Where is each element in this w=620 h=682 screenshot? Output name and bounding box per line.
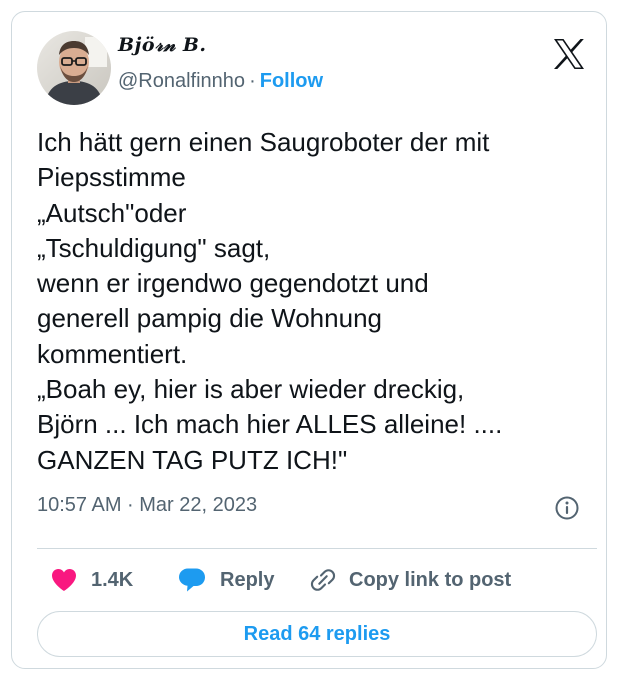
heart-icon: [52, 569, 76, 591]
copy-link-button[interactable]: Copy link to post: [310, 565, 511, 595]
divider: [37, 548, 597, 549]
tweet-line: „Boah ey, hier is aber wieder dreckig,: [37, 374, 465, 405]
handle-row: @Ronalfinnho · Follow: [118, 70, 323, 93]
reply-label: Reply: [220, 568, 275, 591]
tweet-line: „Autsch"oder: [37, 197, 187, 228]
tweet-line: GANZEN TAG PUTZ ICH!": [37, 444, 348, 475]
x-logo-icon[interactable]: [553, 39, 585, 69]
tweet-line: wenn er irgendwo gegendotzt und: [37, 268, 429, 299]
tweet-card: Bjö𝓇𝓃 B. @Ronalfinnho · Follow Ich hätt ge…: [11, 11, 607, 669]
copy-link-label: Copy link to post: [349, 568, 512, 591]
tweet-text: Ich hätt gern einen Saugroboter der mit …: [37, 125, 597, 478]
speech-bubble-icon: [179, 568, 205, 592]
like-count: 1.4K: [91, 568, 134, 591]
display-name[interactable]: Bjö𝓇𝓃 B.: [118, 34, 207, 56]
tweet-line: Björn ... Ich mach hier ALLES alleine! .…: [37, 409, 503, 440]
reply-button[interactable]: Reply: [178, 565, 274, 595]
read-replies-button[interactable]: Read 64 replies: [37, 611, 597, 657]
tweet-line: Piepsstimme: [37, 162, 186, 193]
avatar-photo: [37, 31, 111, 105]
tweet-timestamp[interactable]: 10:57 AM · Mar 22, 2023: [37, 494, 257, 517]
tweet-line: generell pampig die Wohnung: [37, 303, 382, 334]
tweet-line: Ich hätt gern einen Saugroboter der mit: [37, 127, 490, 157]
author-handle[interactable]: @Ronalfinnho: [118, 70, 245, 92]
like-button[interactable]: 1.4K: [51, 565, 133, 595]
tweet-line: kommentiert.: [37, 338, 188, 369]
follow-button[interactable]: Follow: [260, 70, 323, 92]
avatar[interactable]: [37, 31, 111, 105]
handle-separator: ·: [249, 70, 256, 92]
link-icon: [310, 569, 336, 591]
tweet-line: „Tschuldigung" sagt,: [37, 232, 271, 263]
info-icon[interactable]: [554, 495, 580, 521]
